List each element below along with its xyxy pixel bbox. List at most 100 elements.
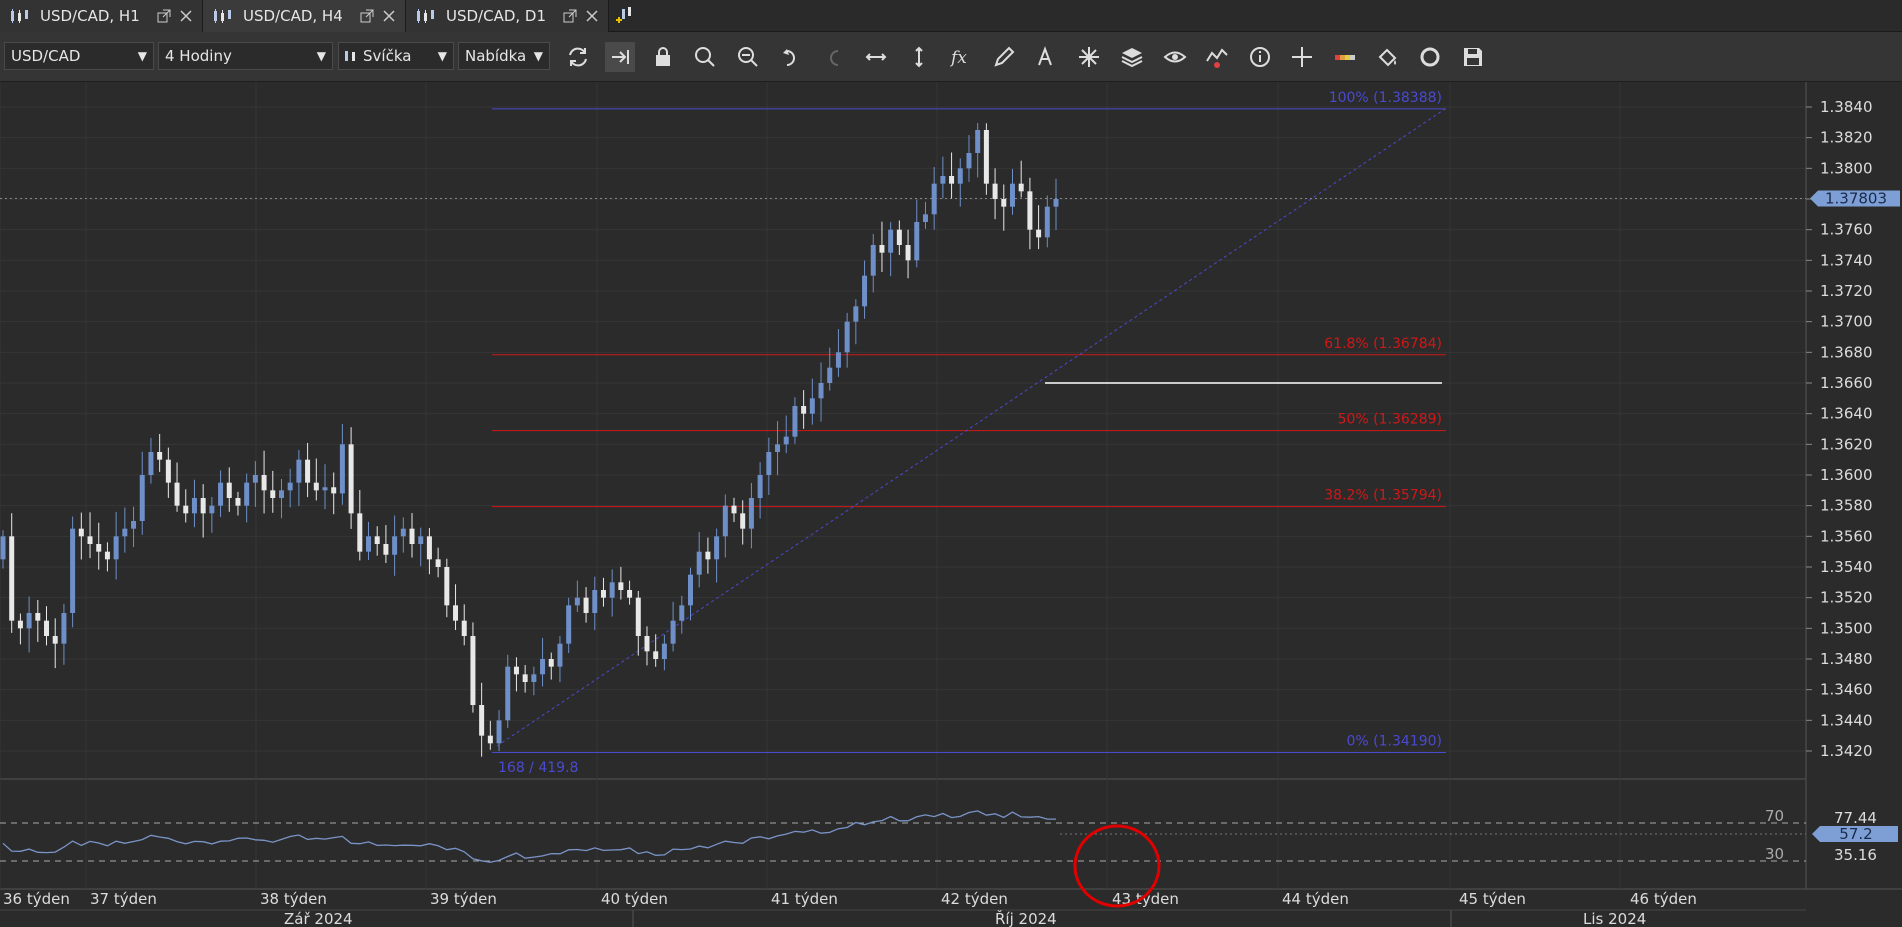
lock-button[interactable] <box>648 42 678 72</box>
visibility-button[interactable] <box>1160 42 1190 72</box>
price-tick-label: 1.3720 <box>1820 282 1873 300</box>
candle-body <box>270 490 276 498</box>
svg-text:fx: fx <box>949 48 967 68</box>
redo-button[interactable] <box>819 42 849 72</box>
drawing-pencil-icon <box>994 46 1015 67</box>
candle-body <box>244 482 250 506</box>
undo-button[interactable] <box>776 42 806 72</box>
candle-body <box>148 452 154 475</box>
new-chart-tab-button[interactable] <box>609 0 643 32</box>
auto-scroll-icon <box>612 50 629 64</box>
fit-horizontal-icon <box>865 53 887 61</box>
info-button[interactable] <box>1245 42 1275 72</box>
layers-icon <box>1121 48 1143 68</box>
candle-body <box>113 536 119 560</box>
fit-vertical-button[interactable] <box>904 42 934 72</box>
trading-app: USD/CAD, H1 USD/CAD, H4 USD/CAD, D1 USD/… <box>0 0 1902 927</box>
week-label: 45 týden <box>1459 890 1526 908</box>
candle-body <box>731 505 737 514</box>
candle-body <box>157 452 163 460</box>
candle-body <box>1027 191 1033 230</box>
auto-scroll-button[interactable] <box>605 42 635 72</box>
close-icon[interactable] <box>381 8 397 24</box>
candle-body <box>218 482 224 506</box>
candle-body <box>209 505 215 514</box>
candle-body <box>888 229 894 253</box>
rsi-current-label: 57.2 <box>1839 825 1872 843</box>
chevron-down-icon: ▼ <box>437 49 447 63</box>
crosshair-button[interactable] <box>1074 42 1104 72</box>
fill-button[interactable] <box>1373 42 1403 72</box>
candle-body <box>818 383 824 399</box>
detach-window-icon[interactable] <box>562 8 578 24</box>
sync-button[interactable] <box>1415 42 1445 72</box>
price-tick-label: 1.3460 <box>1820 681 1873 699</box>
price-tick-label: 1.3800 <box>1820 159 1873 177</box>
time-axis: 36 týden 37 týden 38 týden 39 týden 40 týden… <box>0 890 1806 927</box>
price-tick-label: 1.3700 <box>1820 313 1873 331</box>
price-type-select-value: Nabídka <box>465 47 527 65</box>
candle-body <box>444 567 450 606</box>
rsi-line <box>2 810 1056 863</box>
candle-body <box>792 406 798 437</box>
tab-usdcad-h1[interactable]: USD/CAD, H1 <box>0 0 203 32</box>
candle-body <box>914 222 920 261</box>
price-tick-label: 1.3840 <box>1820 98 1873 116</box>
candle-body <box>348 444 354 514</box>
price-chart[interactable]: 100% (1.38388) 61.8% (1.36784) 50% (1.3628… <box>0 82 1902 927</box>
tab-label: USD/CAD, H1 <box>40 7 140 25</box>
detach-window-icon[interactable] <box>359 8 375 24</box>
layers-button[interactable] <box>1117 42 1147 72</box>
chart-toolbar: USD/CAD ▼ 4 Hodiny ▼ Svíčka ▼ Nabídka ▼ … <box>0 32 1902 82</box>
candle-body <box>487 735 493 744</box>
chart-area[interactable]: 100% (1.38388) 61.8% (1.36784) 50% (1.3628… <box>0 82 1902 927</box>
text-tool-icon <box>1038 46 1052 66</box>
candle-body <box>331 487 337 494</box>
timeframe-select-value: 4 Hodiny <box>165 47 232 65</box>
symbol-select-value: USD/CAD <box>11 47 81 65</box>
candle-body <box>644 636 650 652</box>
week-label: 42 týden <box>941 890 1008 908</box>
zoom-out-icon <box>738 47 758 67</box>
zoom-in-icon <box>695 47 715 67</box>
rsi-indicator: 70 30 77.44 57.2 35.16 <box>0 807 1898 864</box>
cursor-icon <box>1292 47 1312 67</box>
price-type-select[interactable]: Nabídka ▼ <box>458 42 550 70</box>
fib-measure-label: 168 / 419.8 <box>498 760 578 776</box>
candle-body <box>357 513 363 552</box>
candle-body <box>400 528 406 537</box>
refresh-button[interactable] <box>563 42 593 72</box>
timeframe-select[interactable]: 4 Hodiny ▼ <box>158 42 333 70</box>
zoom-in-button[interactable] <box>690 42 720 72</box>
candle-body <box>740 513 746 529</box>
candle-body <box>1044 206 1050 238</box>
rsi-level-30-label: 30 <box>1765 845 1784 863</box>
tab-label: USD/CAD, H4 <box>243 7 343 25</box>
candle-body <box>592 590 598 613</box>
cursor-button[interactable] <box>1287 42 1317 72</box>
month-label: Říj 2024 <box>995 909 1057 927</box>
detach-window-icon[interactable] <box>156 8 172 24</box>
fit-horizontal-button[interactable] <box>861 42 891 72</box>
alerts-button[interactable] <box>1202 42 1232 72</box>
color-scheme-button[interactable] <box>1330 42 1360 72</box>
price-tick-label: 1.3560 <box>1820 527 1873 545</box>
symbol-select[interactable]: USD/CAD ▼ <box>4 42 154 70</box>
candle-body <box>1009 183 1015 207</box>
tab-usdcad-d1[interactable]: USD/CAD, D1 <box>406 0 609 32</box>
save-button[interactable] <box>1458 42 1488 72</box>
candle-body <box>235 498 241 506</box>
drawing-button[interactable] <box>989 42 1019 72</box>
candle-body <box>35 613 41 621</box>
chart-type-select[interactable]: Svíčka ▼ <box>338 42 454 70</box>
price-tick-label: 1.3740 <box>1820 251 1873 269</box>
candle-body <box>61 613 67 644</box>
tab-usdcad-h4[interactable]: USD/CAD, H4 <box>203 0 406 32</box>
zoom-out-button[interactable] <box>733 42 763 72</box>
close-icon[interactable] <box>178 8 194 24</box>
candle-body <box>131 521 137 529</box>
indicators-button[interactable]: fx <box>946 42 976 72</box>
close-icon[interactable] <box>584 8 600 24</box>
sync-icon <box>1420 47 1440 67</box>
text-tool-button[interactable] <box>1031 42 1061 72</box>
